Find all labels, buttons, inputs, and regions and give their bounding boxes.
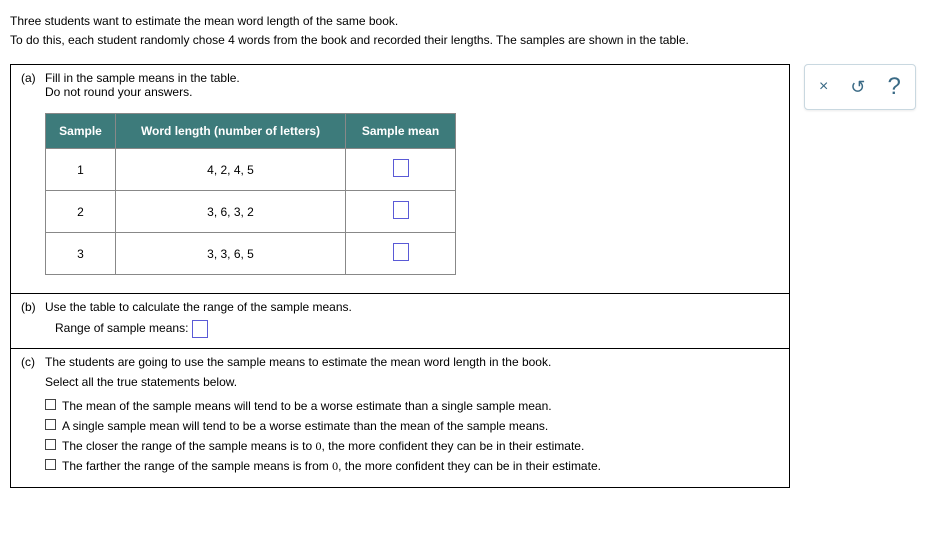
part-b-label: (b) [21, 300, 45, 314]
th-lengths: Word length (number of letters) [116, 114, 346, 149]
cell-sample-1: 1 [46, 149, 116, 191]
part-c-label: (c) [21, 355, 45, 369]
checkbox-1[interactable] [45, 399, 56, 410]
cell-sample-3: 3 [46, 233, 116, 275]
part-b-text: Use the table to calculate the range of … [45, 300, 779, 314]
mean-input-3[interactable] [393, 243, 409, 261]
th-sample: Sample [46, 114, 116, 149]
checkbox-2[interactable] [45, 419, 56, 430]
statement-1: The mean of the sample means will tend t… [62, 397, 552, 415]
statement-4: The farther the range of the sample mean… [62, 457, 601, 475]
range-label: Range of sample means: [55, 322, 188, 336]
checkbox-3[interactable] [45, 439, 56, 450]
table-row: 3 3, 3, 6, 5 [46, 233, 456, 275]
samples-table: Sample Word length (number of letters) S… [45, 113, 456, 275]
th-mean: Sample mean [346, 114, 456, 149]
cell-lengths-2: 3, 6, 3, 2 [116, 191, 346, 233]
reset-icon[interactable]: ↺ [850, 78, 865, 96]
part-a-text1: Fill in the sample means in the table. [45, 71, 779, 85]
mean-input-1[interactable] [393, 159, 409, 177]
cell-lengths-3: 3, 3, 6, 5 [116, 233, 346, 275]
cell-sample-2: 2 [46, 191, 116, 233]
part-a-label: (a) [21, 71, 45, 99]
intro-line-1: Three students want to estimate the mean… [10, 12, 927, 31]
part-a-text2: Do not round your answers. [45, 85, 779, 99]
table-row: 1 4, 2, 4, 5 [46, 149, 456, 191]
statement-2: A single sample mean will tend to be a w… [62, 417, 548, 435]
intro-line-2: To do this, each student randomly chose … [10, 31, 927, 50]
help-icon[interactable]: ? [887, 75, 900, 99]
part-c-select: Select all the true statements below. [45, 375, 779, 389]
action-panel: × ↺ ? [804, 64, 916, 110]
statement-3: The closer the range of the sample means… [62, 437, 584, 455]
part-c-text: The students are going to use the sample… [45, 355, 779, 369]
table-row: 2 3, 6, 3, 2 [46, 191, 456, 233]
cell-lengths-1: 4, 2, 4, 5 [116, 149, 346, 191]
close-icon[interactable]: × [819, 79, 828, 95]
question-container: (a) Fill in the sample means in the tabl… [10, 64, 790, 488]
range-input[interactable] [192, 320, 208, 338]
checkbox-4[interactable] [45, 459, 56, 470]
mean-input-2[interactable] [393, 201, 409, 219]
